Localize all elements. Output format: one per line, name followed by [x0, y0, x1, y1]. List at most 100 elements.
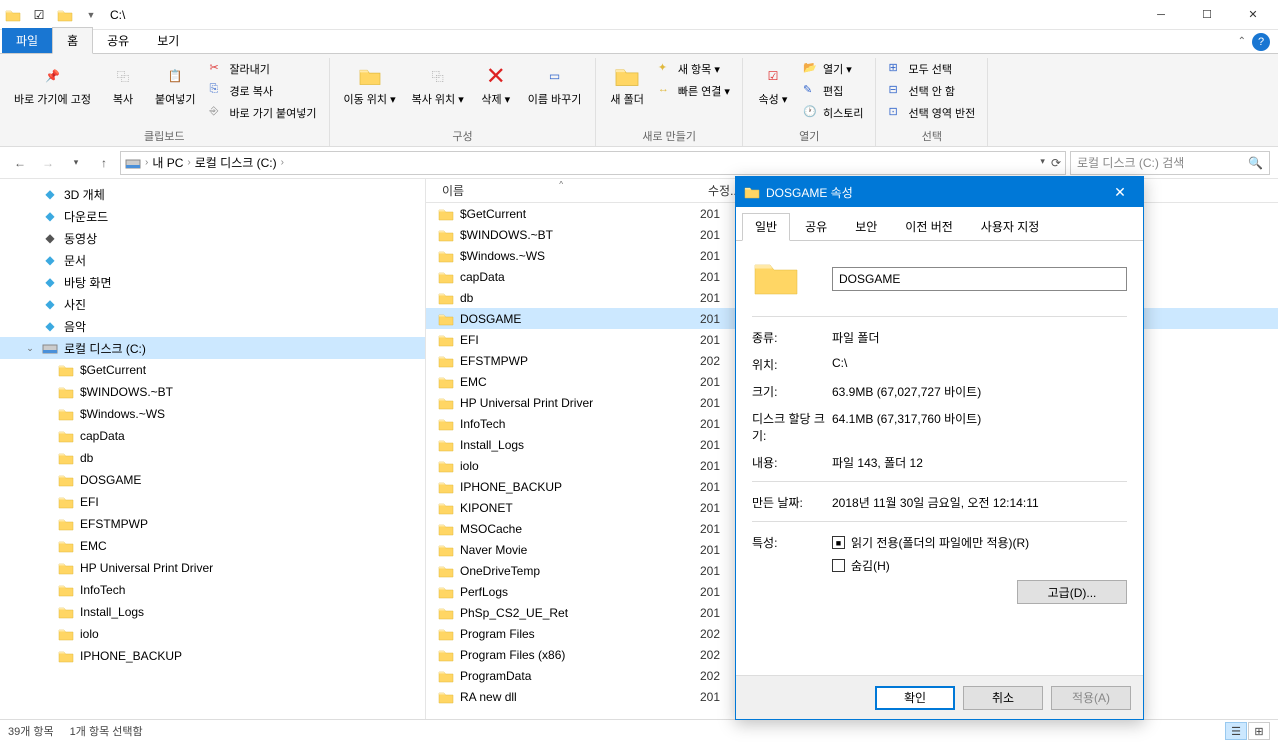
readonly-checkbox[interactable]: ■읽기 전용(폴더의 파일에만 적용)(R) [832, 534, 1127, 551]
tab-home[interactable]: 홈 [52, 27, 93, 54]
explorer-icon [2, 4, 24, 26]
dialog-tab-sharing[interactable]: 공유 [792, 213, 840, 240]
dialog-tab-customize[interactable]: 사용자 지정 [968, 213, 1053, 240]
help-icon[interactable]: ? [1252, 33, 1270, 51]
cancel-button[interactable]: 취소 [963, 686, 1043, 710]
col-name-header[interactable]: 이름 [442, 184, 464, 198]
back-button[interactable]: ← [8, 151, 32, 175]
copy-to-button[interactable]: ⿻복사 위치 ▾ [406, 58, 470, 126]
nav-folder[interactable]: DOSGAME [0, 469, 425, 491]
properties-button[interactable]: ☑속성 ▾ [751, 58, 795, 126]
cut-button[interactable]: ✂잘라내기 [205, 58, 320, 80]
nav-item[interactable]: ◆음악 [0, 315, 425, 337]
nav-drive[interactable]: ⌄로컬 디스크 (C:) [0, 337, 425, 359]
nav-folder[interactable]: InfoTech [0, 579, 425, 601]
created-label: 만든 날짜: [752, 494, 832, 511]
nav-item[interactable]: ◆다운로드 [0, 205, 425, 227]
tab-file[interactable]: 파일 [2, 28, 52, 53]
new-item-button[interactable]: ✦새 항목 ▾ [654, 58, 734, 80]
select-all-button[interactable]: ⊞모두 선택 [884, 58, 979, 80]
pin-button[interactable]: 📌바로 가기에 고정 [8, 58, 97, 126]
folder-name-input[interactable] [832, 267, 1127, 291]
qat-dropdown[interactable]: ▼ [80, 4, 102, 26]
view-icons-button[interactable]: ⊞ [1248, 722, 1270, 740]
sizedisk-value: 64.1MB (67,317,760 바이트) [832, 410, 1127, 444]
nav-item[interactable]: ◆3D 개체 [0, 183, 425, 205]
properties-dialog: DOSGAME 속성 ✕ 일반 공유 보안 이전 버전 사용자 지정 종류:파일… [735, 176, 1144, 720]
nav-item[interactable]: ◆바탕 화면 [0, 271, 425, 293]
ribbon-collapse[interactable]: ⌃ [1238, 36, 1246, 47]
close-button[interactable]: ✕ [1230, 0, 1276, 30]
view-details-button[interactable]: ☰ [1225, 722, 1247, 740]
recent-dropdown[interactable]: ▾ [64, 151, 88, 175]
type-value: 파일 폴더 [832, 329, 1127, 346]
qat-properties-icon[interactable]: ☑ [28, 4, 50, 26]
nav-item[interactable]: ◆동영상 [0, 227, 425, 249]
refresh-button[interactable]: ⟳ [1051, 156, 1061, 170]
forward-button[interactable]: → [36, 151, 60, 175]
nav-folder[interactable]: EMC [0, 535, 425, 557]
copy-button[interactable]: ⿻복사 [101, 58, 145, 126]
dialog-tab-general[interactable]: 일반 [742, 213, 790, 241]
nav-item[interactable]: ◆사진 [0, 293, 425, 315]
move-to-button[interactable]: 이동 위치 ▾ [338, 58, 402, 126]
nav-item[interactable]: ◆문서 [0, 249, 425, 271]
titlebar: ☑ ▼ C:\ ─ ☐ ✕ [0, 0, 1278, 30]
ribbon-tabs: 파일 홈 공유 보기 ⌃ ? [0, 30, 1278, 54]
dialog-tab-security[interactable]: 보안 [842, 213, 890, 240]
nav-folder[interactable]: IPHONE_BACKUP [0, 645, 425, 667]
tab-share[interactable]: 공유 [93, 28, 143, 53]
nav-folder[interactable]: capData [0, 425, 425, 447]
up-button[interactable]: ↑ [92, 151, 116, 175]
nav-folder[interactable]: $WINDOWS.~BT [0, 381, 425, 403]
paste-button[interactable]: 📋붙여넣기 [149, 58, 201, 126]
hidden-checkbox[interactable]: 숨김(H) [832, 557, 1127, 574]
easy-access-button[interactable]: ↔빠른 연결 ▾ [654, 80, 734, 102]
tab-view[interactable]: 보기 [143, 28, 193, 53]
size-label: 크기: [752, 383, 832, 400]
paste-shortcut-button[interactable]: ⎆바로 가기 붙여넣기 [205, 102, 320, 124]
dialog-titlebar[interactable]: DOSGAME 속성 ✕ [736, 177, 1143, 207]
nav-folder[interactable]: $GetCurrent [0, 359, 425, 381]
contains-label: 내용: [752, 454, 832, 471]
maximize-button[interactable]: ☐ [1184, 0, 1230, 30]
apply-button[interactable]: 적용(A) [1051, 686, 1131, 710]
select-none-button[interactable]: ⊟선택 안 함 [884, 80, 979, 102]
address-bar-row: ← → ▾ ↑ › 내 PC › 로컬 디스크 (C:) › ▾ ⟳ 로컬 디스… [0, 147, 1278, 179]
invert-selection-button[interactable]: ⊡선택 영역 반전 [884, 102, 979, 124]
type-label: 종류: [752, 329, 832, 346]
nav-folder[interactable]: iolo [0, 623, 425, 645]
address-dropdown[interactable]: ▾ [1040, 156, 1045, 170]
open-button[interactable]: 📂열기 ▾ [799, 58, 867, 80]
new-folder-button[interactable]: 새 폴더 [604, 58, 649, 126]
nav-folder[interactable]: Install_Logs [0, 601, 425, 623]
breadcrumb-drive[interactable]: 로컬 디스크 (C:) [195, 154, 277, 171]
qat-newfolder-icon[interactable] [54, 4, 76, 26]
history-button[interactable]: 🕐히스토리 [799, 102, 867, 124]
dialog-close-button[interactable]: ✕ [1105, 184, 1135, 201]
nav-folder[interactable]: $Windows.~WS [0, 403, 425, 425]
location-label: 위치: [752, 356, 832, 373]
location-value: C:\ [832, 356, 1127, 373]
copy-path-button[interactable]: ⎘경로 복사 [205, 80, 320, 102]
minimize-button[interactable]: ─ [1138, 0, 1184, 30]
edit-button[interactable]: ✎편집 [799, 80, 867, 102]
delete-button[interactable]: ✕삭제 ▾ [474, 58, 518, 126]
nav-folder[interactable]: db [0, 447, 425, 469]
attributes-label: 특성: [752, 534, 832, 604]
advanced-button[interactable]: 고급(D)... [1017, 580, 1127, 604]
drive-icon [125, 156, 141, 170]
sort-indicator: ^ [559, 180, 563, 189]
nav-folder[interactable]: EFSTMPWP [0, 513, 425, 535]
search-input[interactable]: 로컬 디스크 (C:) 검색 🔍 [1070, 151, 1270, 175]
dialog-tab-previous[interactable]: 이전 버전 [892, 213, 966, 240]
address-bar[interactable]: › 내 PC › 로컬 디스크 (C:) › ▾ ⟳ [120, 151, 1066, 175]
nav-folder[interactable]: EFI [0, 491, 425, 513]
navigation-pane[interactable]: ◆3D 개체◆다운로드◆동영상◆문서◆바탕 화면◆사진◆음악⌄로컬 디스크 (C… [0, 179, 426, 719]
group-select: 선택 [884, 126, 979, 146]
ok-button[interactable]: 확인 [875, 686, 955, 710]
nav-folder[interactable]: HP Universal Print Driver [0, 557, 425, 579]
group-clipboard: 클립보드 [8, 126, 321, 146]
breadcrumb-pc[interactable]: 내 PC [152, 154, 183, 171]
rename-button[interactable]: ▭이름 바꾸기 [522, 58, 588, 126]
